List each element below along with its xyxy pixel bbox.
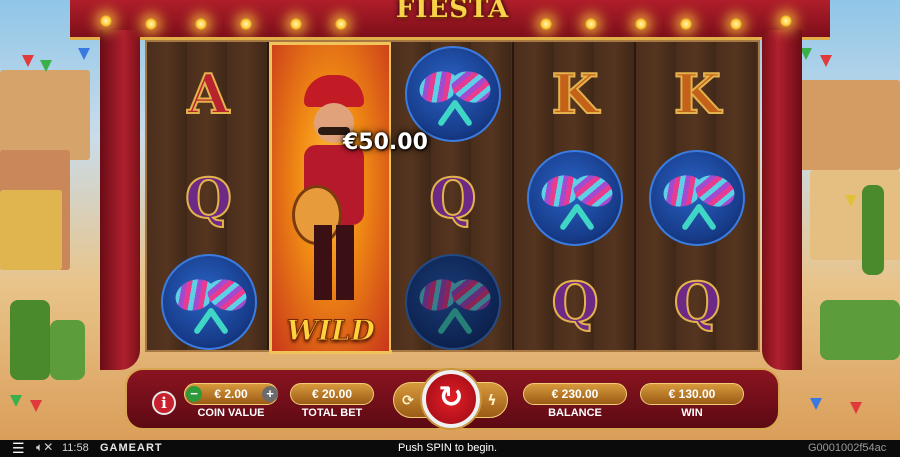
reel-1: A Q xyxy=(147,42,270,350)
symbol-cell xyxy=(147,250,270,354)
symbol-letter-q: Q xyxy=(428,165,477,231)
symbol-cell xyxy=(391,250,514,354)
total-bet-label: TOTAL BET xyxy=(301,407,363,419)
symbol-letter-q: Q xyxy=(551,269,600,335)
light-bulb xyxy=(680,18,692,30)
light-bulb xyxy=(100,15,112,27)
light-bulb xyxy=(335,18,347,30)
symbol-letter-a: A xyxy=(187,61,231,127)
bunting-flag xyxy=(10,395,22,407)
mariachi-character-icon xyxy=(292,75,368,305)
wild-symbol: WILD xyxy=(269,42,393,354)
maracas-symbol-icon xyxy=(160,254,257,350)
balance-display: € 230.00 xyxy=(523,383,627,405)
stage-curtain-right xyxy=(762,30,802,370)
symbol-cell: Q xyxy=(514,250,637,354)
background-house xyxy=(0,190,62,270)
spin-button[interactable]: ↻ xyxy=(422,370,480,428)
win-amount-popup: €50.00 xyxy=(343,130,428,155)
light-bulb xyxy=(145,18,157,30)
provider-logo: GAMEART xyxy=(100,442,163,454)
bunting-flag xyxy=(820,55,832,67)
symbol-cell: Q xyxy=(147,146,270,250)
symbol-letter-q: Q xyxy=(184,165,233,231)
reel-4: K Q xyxy=(513,42,637,350)
background-house xyxy=(810,170,900,260)
maracas-symbol-icon xyxy=(649,150,746,246)
clock-time: 11:58 xyxy=(62,442,89,454)
stage-curtain-left xyxy=(100,30,140,370)
light-bulb xyxy=(240,18,252,30)
spin-arrow-icon: ↻ xyxy=(438,380,464,415)
bunting-flag xyxy=(40,60,52,72)
coin-increase-button[interactable]: + xyxy=(262,386,278,402)
symbol-cell xyxy=(514,146,637,250)
bunting-flag xyxy=(845,195,857,207)
light-bulb xyxy=(195,18,207,30)
lightning-icon[interactable]: ϟ xyxy=(482,391,502,411)
balance-label: BALANCE xyxy=(548,407,602,419)
win-label: WIN xyxy=(681,407,703,419)
bunting-flag xyxy=(30,400,42,412)
symbol-cell: Q xyxy=(636,250,759,354)
coin-decrease-button[interactable]: − xyxy=(186,386,202,402)
game-logo: FIESTA xyxy=(395,0,510,24)
win-display: € 130.00 xyxy=(640,383,744,405)
reel-grid: A Q WILD Q K Q K Q xyxy=(145,40,760,354)
cactus-decoration xyxy=(10,300,50,380)
total-bet-display[interactable]: € 20.00 xyxy=(290,383,374,405)
light-bulb xyxy=(540,18,552,30)
symbol-cell: K xyxy=(636,42,759,146)
symbol-cell: K xyxy=(514,42,637,146)
light-bulb xyxy=(780,15,792,27)
game-id: G0001002f54ac xyxy=(808,442,887,454)
symbol-letter-q: Q xyxy=(673,269,722,335)
cactus-decoration xyxy=(820,300,900,360)
symbol-cell xyxy=(636,146,759,250)
coin-value-label: COIN VALUE xyxy=(197,407,265,419)
light-bulb xyxy=(290,18,302,30)
reel-3: Q xyxy=(391,42,514,350)
status-bar: ☰ 🔈︎✕ 11:58 GAMEART Push SPIN to begin. … xyxy=(0,440,900,457)
symbol-letter-k: K xyxy=(551,61,600,127)
autoplay-icon[interactable]: ⟳ xyxy=(398,391,418,411)
maracas-symbol-icon xyxy=(527,150,624,246)
bunting-flag xyxy=(850,402,862,414)
info-button[interactable]: i xyxy=(152,391,176,415)
speaker-muted-icon[interactable]: 🔈︎✕ xyxy=(36,440,53,455)
maracas-symbol-icon xyxy=(404,46,501,142)
wild-label: WILD xyxy=(286,314,376,348)
bunting-flag xyxy=(810,398,822,410)
light-bulb xyxy=(585,18,597,30)
maracas-symbol-icon xyxy=(404,254,501,350)
symbol-cell: A xyxy=(147,42,270,146)
cactus-decoration xyxy=(862,185,884,275)
background-house xyxy=(790,80,900,170)
status-message: Push SPIN to begin. xyxy=(398,442,498,454)
symbol-cell: Q xyxy=(391,146,514,250)
symbol-letter-k: K xyxy=(673,61,722,127)
hamburger-menu-icon[interactable]: ☰ xyxy=(12,440,25,457)
reel-5: K Q xyxy=(635,42,759,350)
light-bulb xyxy=(635,18,647,30)
background-house xyxy=(0,70,90,160)
cactus-decoration xyxy=(50,320,85,380)
reel-2: WILD xyxy=(269,42,393,354)
bunting-flag xyxy=(78,48,90,60)
light-bulb xyxy=(730,18,742,30)
game-screen: FIESTA A Q WILD Q K Q K Q €50.00 i € 2.0… xyxy=(0,0,900,457)
bunting-flag xyxy=(22,55,34,67)
